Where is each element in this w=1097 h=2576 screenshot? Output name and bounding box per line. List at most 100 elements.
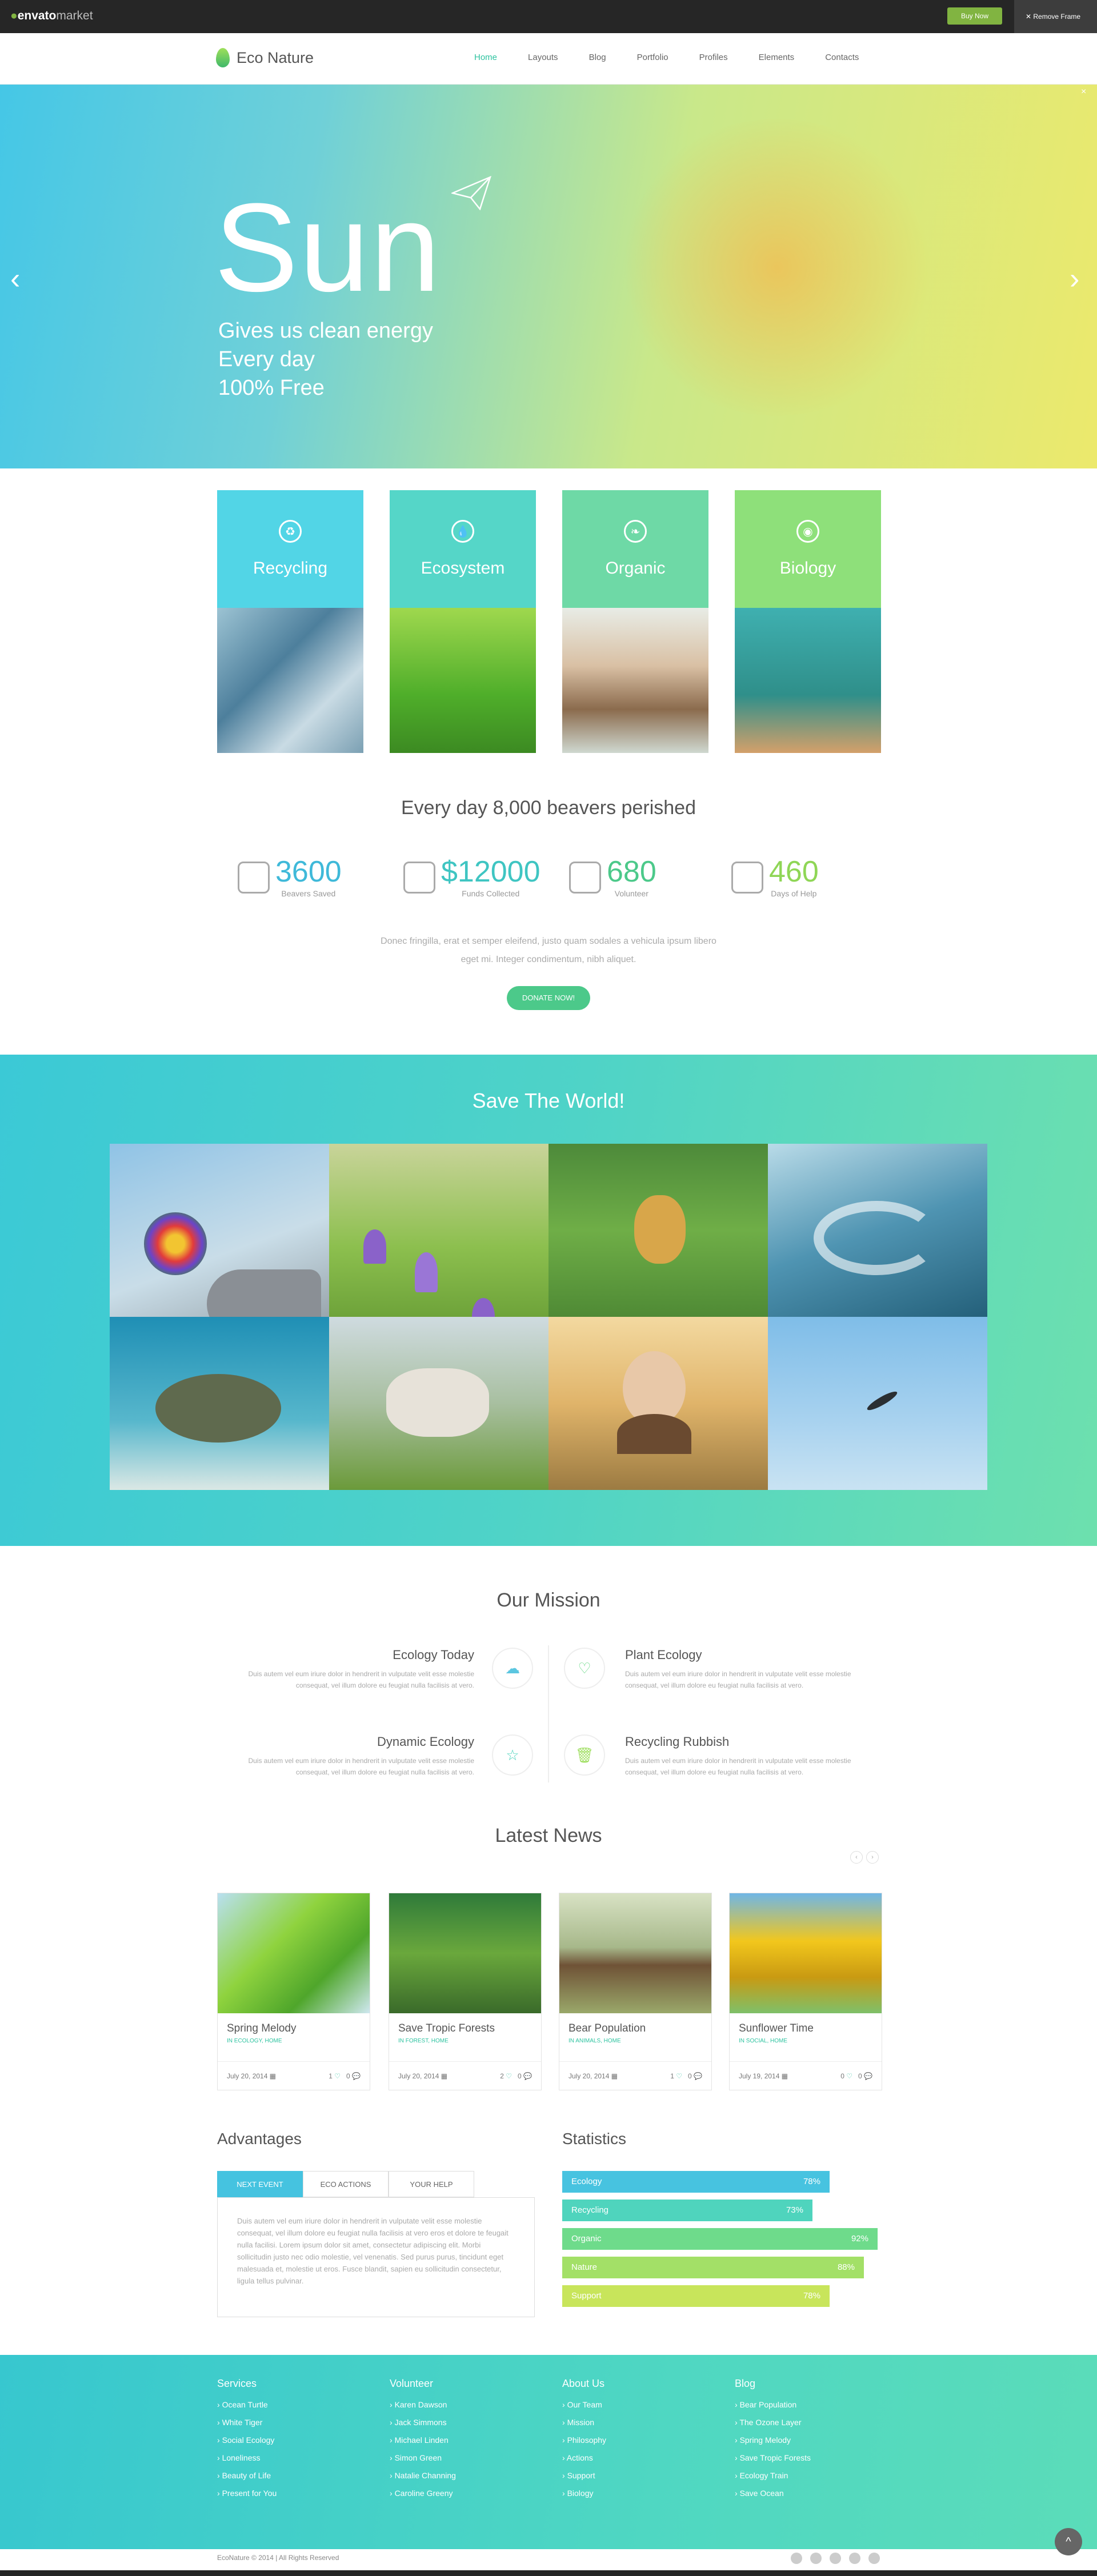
mission-item: Plant Ecology Duis autem vel eum iriure … (625, 1648, 865, 1691)
menu-item-portfolio[interactable]: Portfolio (637, 53, 668, 62)
news-comments: 0 (858, 2072, 862, 2080)
menu-item-blog[interactable]: Blog (589, 53, 606, 62)
footer-link[interactable]: Natalie Channing (390, 2471, 456, 2489)
footer-link[interactable]: Biology (562, 2489, 606, 2506)
menu-item-contacts[interactable]: Contacts (825, 53, 859, 62)
footer-link[interactable]: Social Ecology (217, 2435, 277, 2453)
footer-link[interactable]: White Tiger (217, 2418, 277, 2435)
footer-link[interactable]: Karen Dawson (390, 2400, 456, 2418)
tab-eco-actions[interactable]: ECO ACTIONS (303, 2171, 389, 2197)
back-to-top-button[interactable]: ^ (1055, 2528, 1082, 2555)
comment-icon[interactable]: 💬 (694, 2072, 702, 2080)
footer-link[interactable]: Save Ocean (735, 2489, 811, 2506)
buy-now-button[interactable]: Buy Now (947, 7, 1002, 25)
gallery-image-turtle[interactable] (110, 1317, 329, 1490)
cloud-icon: ☁ (492, 1648, 533, 1689)
news-prev-button[interactable]: ‹ (850, 1851, 863, 1864)
stat-value: 3600 (275, 855, 342, 888)
comment-icon[interactable]: 💬 (352, 2072, 361, 2080)
footer-link[interactable]: Caroline Greeny (390, 2489, 456, 2506)
donate-button[interactable]: DONATE NOW! (507, 986, 590, 1010)
stat-value: $12000 (441, 855, 541, 888)
news-next-button[interactable]: › (866, 1851, 879, 1864)
site-logo[interactable]: Eco Nature (216, 48, 314, 67)
news-card[interactable]: Save Tropic Forests IN FOREST, HOME July 2… (389, 1893, 542, 2090)
footer-link[interactable]: Support (562, 2471, 606, 2489)
feature-card-organic[interactable]: ❧ Organic (562, 490, 708, 753)
news-category[interactable]: IN SOCIAL, HOME (739, 2038, 882, 2044)
envato-logo[interactable]: ●envatomarket (10, 9, 93, 23)
news-meta: July 20, 2014 ▦ 1 ♡ 0 💬 (218, 2061, 370, 2090)
footer-link[interactable]: Simon Green (390, 2453, 456, 2471)
stat-value: 460 (769, 855, 819, 888)
gallery-image-bird[interactable] (768, 1317, 987, 1490)
tab-your-help[interactable]: YOUR HELP (389, 2171, 474, 2197)
footer-link[interactable]: Michael Linden (390, 2435, 456, 2453)
menu-item-profiles[interactable]: Profiles (699, 53, 728, 62)
news-title[interactable]: Spring Melody (227, 2022, 370, 2035)
news-date: July 19, 2014 (739, 2072, 780, 2080)
slider-prev-arrow[interactable]: ‹ (10, 262, 20, 296)
feature-card-biology[interactable]: ◉ Biology (735, 490, 881, 753)
news-category[interactable]: IN ECOLOGY, HOME (227, 2038, 370, 2044)
news-image[interactable] (218, 1893, 370, 2013)
rss-icon[interactable] (868, 2553, 880, 2564)
footer-link[interactable]: Spring Melody (735, 2435, 811, 2453)
news-category[interactable]: IN ANIMALS, HOME (568, 2038, 711, 2044)
gallery-image-monkey[interactable] (548, 1144, 768, 1384)
menu-item-home[interactable]: Home (474, 53, 497, 62)
news-image[interactable] (559, 1893, 711, 2013)
comment-icon[interactable]: 💬 (864, 2072, 872, 2080)
close-icon[interactable]: × (1081, 87, 1086, 97)
heart-icon[interactable]: ♡ (334, 2072, 341, 2080)
facebook-icon[interactable] (791, 2553, 802, 2564)
slider-next-arrow[interactable]: › (1070, 262, 1079, 296)
footer-link[interactable]: Present for You (217, 2489, 277, 2506)
heart-icon[interactable]: ♡ (676, 2072, 682, 2080)
footer-link[interactable]: Bear Population (735, 2400, 811, 2418)
youtube-icon[interactable] (849, 2553, 860, 2564)
main-menu: Home Layouts Blog Portfolio Profiles Elements… (474, 53, 890, 62)
footer-link[interactable]: Loneliness (217, 2453, 277, 2471)
news-card[interactable]: Spring Melody IN ECOLOGY, HOME July 20, 20… (217, 1893, 370, 2090)
gallery-image-tiger[interactable] (329, 1317, 548, 1490)
footer-link[interactable]: Actions (562, 2453, 606, 2471)
feature-card-ecosystem[interactable]: 💧 Ecosystem (390, 490, 536, 753)
menu-item-elements[interactable]: Elements (759, 53, 795, 62)
news-title[interactable]: Sunflower Time (739, 2022, 882, 2035)
footer-link[interactable]: Save Tropic Forests (735, 2453, 811, 2471)
footer-link[interactable]: The Ozone Layer (735, 2418, 811, 2435)
news-title[interactable]: Bear Population (568, 2022, 711, 2035)
twitter-icon[interactable] (810, 2553, 822, 2564)
footer-link[interactable]: Jack Simmons (390, 2418, 456, 2435)
mission-item: Ecology Today Duis autem vel eum iriure … (234, 1648, 474, 1691)
gallery-image-elephant[interactable] (110, 1144, 329, 1338)
news-title[interactable]: Save Tropic Forests (398, 2022, 541, 2035)
gallery-image-wave[interactable] (768, 1144, 987, 1317)
footer-link[interactable]: Philosophy (562, 2435, 607, 2453)
news-category[interactable]: IN FOREST, HOME (398, 2038, 541, 2044)
remove-frame-button[interactable]: ✕ Remove Frame (1014, 0, 1097, 33)
stat-counter: 680 Volunteer (569, 857, 656, 898)
footer-link[interactable]: Ocean Turtle (217, 2400, 277, 2418)
heart-icon[interactable]: ♡ (506, 2072, 512, 2080)
comment-icon[interactable]: 💬 (523, 2072, 532, 2080)
gallery-image-girl[interactable] (548, 1317, 768, 1490)
google-plus-icon[interactable] (830, 2553, 841, 2564)
news-card[interactable]: Sunflower Time IN SOCIAL, HOME July 19, 20… (729, 1893, 882, 2090)
footer-link[interactable]: Ecology Train (735, 2471, 811, 2489)
news-card[interactable]: Bear Population IN ANIMALS, HOME July 20, … (559, 1893, 712, 2090)
news-comments: 0 (346, 2072, 350, 2080)
footer-link[interactable]: Our Team (562, 2400, 606, 2418)
feature-card-recycling[interactable]: ♻ Recycling (217, 490, 363, 753)
heart-icon[interactable]: ♡ (846, 2072, 852, 2080)
news-image[interactable] (730, 1893, 882, 2013)
menu-item-layouts[interactable]: Layouts (528, 53, 558, 62)
gallery-image-crocus[interactable] (329, 1144, 548, 1335)
news-image[interactable] (389, 1893, 541, 2013)
hero-line: 100% Free (218, 376, 325, 400)
tab-next-event[interactable]: NEXT EVENT (217, 2171, 303, 2197)
footer-link[interactable]: Beauty of Life (217, 2471, 277, 2489)
hero-line: Gives us clean energy (218, 319, 433, 343)
footer-link[interactable]: Mission (562, 2418, 606, 2435)
